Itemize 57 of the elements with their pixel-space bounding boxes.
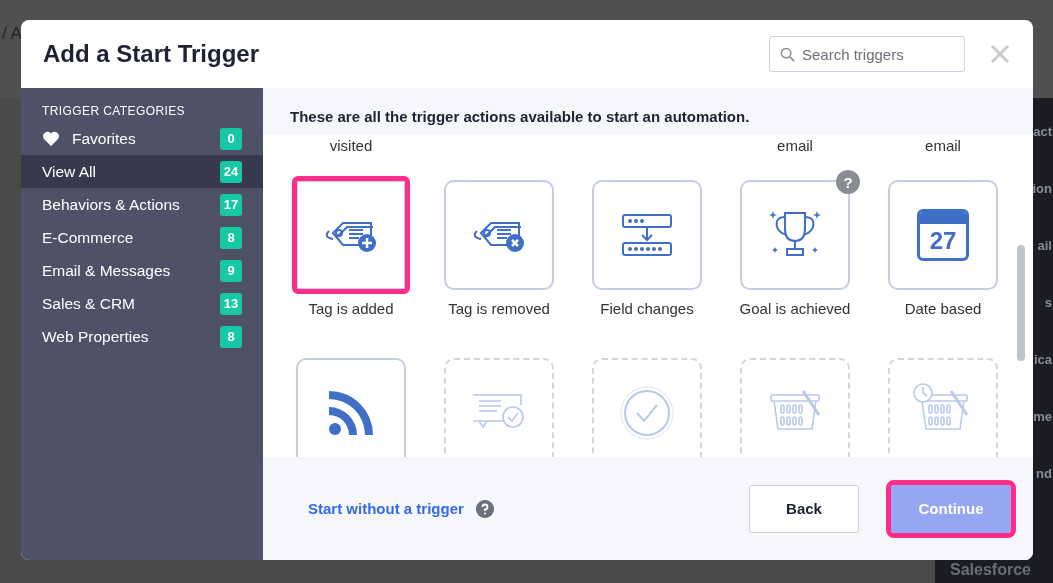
trigger-label: email <box>924 137 962 156</box>
trigger-tile[interactable]: 27 <box>888 180 998 290</box>
calendar-icon: 27 <box>917 209 969 261</box>
trigger-label: Tag is added <box>308 300 394 317</box>
category-label: Sales & CRM <box>42 294 137 313</box>
scrollbar[interactable] <box>1017 245 1025 361</box>
count-badge: 9 <box>220 259 242 282</box>
background-label: me <box>1033 409 1052 424</box>
category-label: Email & Messages <box>42 261 172 280</box>
intro-text: These are all the trigger actions available to start an automation. <box>289 107 751 127</box>
background-label: Salesforce <box>950 561 1031 579</box>
category-item[interactable]: Sales & CRM 13 <box>21 287 263 320</box>
count-badge: 8 <box>220 226 242 249</box>
category-label: E-Commerce <box>42 228 135 247</box>
trigger-tile[interactable] <box>740 358 850 457</box>
count-badge: 13 <box>220 292 242 315</box>
category-item[interactable]: E-Commerce 8 <box>21 221 263 254</box>
trigger-tile[interactable] <box>592 358 702 457</box>
category-item[interactable]: Email & Messages 9 <box>21 254 263 287</box>
category-label: View All <box>42 162 97 181</box>
search-icon <box>780 47 795 62</box>
trigger-label: Tag is removed <box>448 300 550 317</box>
background-label: s <box>1044 295 1052 310</box>
count-badge: 24 <box>220 160 242 183</box>
background-label: nd <box>1036 466 1052 481</box>
category-label: Web Properties <box>42 327 150 346</box>
trigger-tile[interactable] <box>444 180 554 290</box>
category-item[interactable]: Favorites 0 <box>21 122 263 155</box>
sidebar-heading: TRIGGER CATEGORIES <box>41 104 186 120</box>
trigger-label: email <box>776 137 814 156</box>
category-label: Behaviors & Actions <box>42 195 181 214</box>
search-field[interactable]: Search triggers <box>769 36 965 72</box>
start-without-trigger-link[interactable]: Start without a trigger <box>308 500 464 517</box>
category-item[interactable]: Behaviors & Actions 17 <box>21 188 263 221</box>
count-badge: 0 <box>220 127 242 150</box>
trigger-label: Goal is achieved <box>739 300 851 317</box>
help-icon[interactable] <box>475 499 494 518</box>
trigger-label: Field changes <box>600 300 694 317</box>
trigger-tile[interactable] <box>444 358 554 457</box>
trigger-label: visited <box>328 137 374 156</box>
count-badge: 17 <box>220 193 242 216</box>
category-label: Favorites <box>72 129 137 148</box>
background-label: act <box>1033 124 1052 139</box>
background-label: ica <box>1033 352 1052 367</box>
category-item[interactable]: Web Properties 8 <box>21 320 263 353</box>
category-item[interactable]: View All 24 <box>21 155 263 188</box>
trigger-tile[interactable] <box>592 180 702 290</box>
count-badge: 8 <box>220 325 242 348</box>
trigger-tile[interactable] <box>296 358 406 457</box>
heart-icon <box>42 130 60 147</box>
background-label: ion <box>1032 181 1052 196</box>
trigger-tile[interactable] <box>740 180 850 290</box>
background-label: ail <box>1037 238 1052 253</box>
trigger-label: Date based <box>904 300 982 317</box>
back-button[interactable]: Back <box>749 484 859 533</box>
dialog-title: Add a Start Trigger <box>43 40 261 68</box>
trigger-tile[interactable] <box>888 358 998 457</box>
